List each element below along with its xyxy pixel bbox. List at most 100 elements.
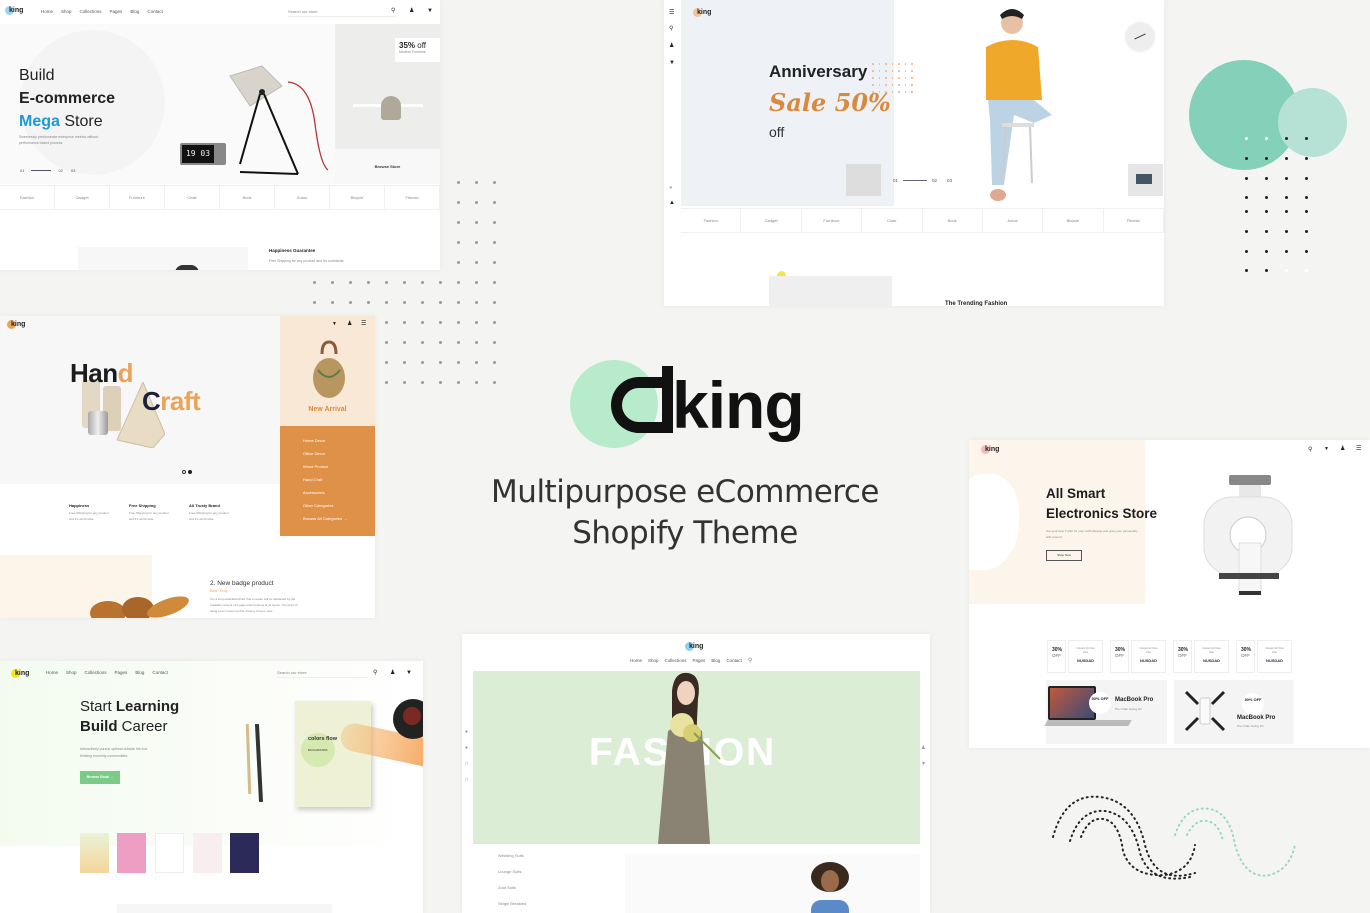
logo[interactable]: king xyxy=(693,8,711,17)
category-item[interactable]: Furniture xyxy=(802,209,863,232)
logo[interactable]: king xyxy=(11,669,29,678)
logo[interactable]: king xyxy=(981,445,999,454)
nav-collections[interactable]: Collections xyxy=(85,670,107,675)
user-icon[interactable]: ♟ xyxy=(409,8,414,14)
nav-home[interactable]: Home xyxy=(41,9,53,14)
search-input[interactable]: Search our store xyxy=(288,9,396,17)
menu-icon[interactable]: ☰ xyxy=(361,321,366,327)
nav-pages[interactable]: Pages xyxy=(115,670,128,675)
user-icon[interactable]: ♟ xyxy=(390,670,395,676)
coupon-card[interactable]: 30% OFF Coupon for New User NUSDAD xyxy=(1047,640,1103,673)
nav-home[interactable]: Home xyxy=(630,658,642,664)
menu-item[interactable]: Hand Craft xyxy=(303,477,375,490)
menu-item[interactable]: Wedding Suits xyxy=(498,853,526,869)
social-icon[interactable]: ● xyxy=(669,185,673,191)
coupon-card[interactable]: 30% OFF Coupon for New User NUSDAD xyxy=(1173,640,1229,673)
nav-shop[interactable]: Shop xyxy=(648,658,659,664)
category-item[interactable]: Chair xyxy=(165,186,220,209)
category-item[interactable]: Fashion xyxy=(681,209,742,232)
slide-03[interactable]: 03 xyxy=(947,178,952,183)
search-icon[interactable]: ⚲ xyxy=(748,658,752,664)
cart-icon[interactable]: ▼ xyxy=(427,8,433,14)
user-icon[interactable]: ♟ xyxy=(1340,446,1345,452)
book-thumb[interactable] xyxy=(117,833,146,873)
pinterest-icon[interactable]: □ xyxy=(465,778,468,783)
category-item[interactable]: Autos xyxy=(983,209,1044,232)
cart-icon[interactable]: ▼ xyxy=(669,60,675,66)
logo[interactable]: king xyxy=(5,6,23,15)
thumb-image[interactable] xyxy=(1128,164,1163,196)
new-arrival-label[interactable]: New Arrival xyxy=(280,406,375,413)
category-item[interactable]: Chair xyxy=(862,209,923,232)
thumb-image[interactable] xyxy=(846,164,881,196)
nav-collections[interactable]: Collections xyxy=(665,658,687,664)
book-thumb[interactable] xyxy=(155,833,184,873)
nav-shop[interactable]: Shop xyxy=(66,670,77,675)
category-item[interactable]: Autos xyxy=(275,186,330,209)
book-thumb[interactable] xyxy=(193,833,222,873)
browse-book-button[interactable]: Browse Book → xyxy=(80,771,120,784)
category-item[interactable]: Gadget xyxy=(741,209,802,232)
search-input[interactable]: Search our store xyxy=(277,670,367,678)
menu-item[interactable]: Wood Product xyxy=(303,464,375,477)
cart-icon[interactable]: ▼ xyxy=(406,670,412,676)
menu-item[interactable]: Accessories xyxy=(303,490,375,503)
logo[interactable]: king xyxy=(7,320,25,329)
nav-pages[interactable]: Pages xyxy=(110,9,123,14)
category-item[interactable]: Fitness xyxy=(1104,209,1164,232)
search-icon[interactable]: ⚲ xyxy=(373,670,377,676)
category-item[interactable]: Fashion xyxy=(0,186,55,209)
search-icon[interactable]: ⚲ xyxy=(391,8,395,14)
slide-03[interactable]: 03 xyxy=(71,168,75,173)
nav-blog[interactable]: Blog xyxy=(135,670,144,675)
category-item[interactable]: Gadget xyxy=(55,186,110,209)
menu-item[interactable]: Other Categories xyxy=(303,503,375,516)
slide-dot[interactable] xyxy=(182,470,186,474)
shop-now-button[interactable]: Shop Now xyxy=(1046,550,1082,561)
menu-icon[interactable]: ☰ xyxy=(669,10,674,16)
facebook-icon[interactable]: ● xyxy=(465,746,468,751)
social-icon[interactable]: ▲ xyxy=(669,200,675,206)
user-icon[interactable]: ♟ xyxy=(347,321,352,327)
cart-icon[interactable]: ▼ xyxy=(332,322,337,327)
nav-pages[interactable]: Pages xyxy=(693,658,706,664)
nav-shop[interactable]: Shop xyxy=(61,9,72,14)
menu-item[interactable]: Lounge Suits xyxy=(498,869,526,885)
instagram-icon[interactable]: □ xyxy=(465,762,468,767)
promo-card[interactable]: 30% OFF MacBook Pro Pre Order Going On xyxy=(1044,680,1167,744)
browse-all-link[interactable]: Browse All Categories → xyxy=(303,516,375,529)
category-item[interactable]: Bicycle xyxy=(1043,209,1104,232)
menu-item[interactable]: Office Decor xyxy=(303,451,375,464)
book-thumb[interactable] xyxy=(230,833,259,873)
category-item[interactable]: Bicycle xyxy=(330,186,385,209)
slide-dot-active[interactable] xyxy=(188,470,192,474)
browse-store-link[interactable]: Browse Store xyxy=(335,149,440,184)
slide-02[interactable]: 02 xyxy=(58,168,62,173)
slide-02[interactable]: 02 xyxy=(932,178,937,183)
nav-contact[interactable]: Contact xyxy=(726,658,742,664)
slide-01[interactable]: 01 xyxy=(20,168,24,173)
menu-item[interactable]: Single Breasted xyxy=(498,901,526,913)
coupon-card[interactable]: 30% OFF Coupon for New User NUSDAD xyxy=(1236,640,1292,673)
book-thumb[interactable] xyxy=(80,833,109,873)
nav-collections[interactable]: Collections xyxy=(80,9,102,14)
nav-home[interactable]: Home xyxy=(46,670,58,675)
nav-blog[interactable]: Blog xyxy=(130,9,139,14)
user-icon[interactable]: ♟ xyxy=(669,43,674,49)
cart-icon[interactable]: ▼ xyxy=(921,762,926,767)
twitter-icon[interactable]: ● xyxy=(465,730,468,735)
slide-01[interactable]: 01 xyxy=(893,178,898,183)
logo[interactable]: king xyxy=(685,642,703,651)
category-item[interactable]: Book xyxy=(220,186,275,209)
category-item[interactable]: Book xyxy=(923,209,983,232)
promo-card[interactable]: 30% OFF MacBook Pro Pre Order Going On xyxy=(1174,680,1294,744)
menu-icon[interactable]: ☰ xyxy=(1356,446,1361,452)
menu-item[interactable]: Home Decor xyxy=(303,438,375,451)
nav-contact[interactable]: Contact xyxy=(152,670,168,675)
search-icon[interactable]: ⚲ xyxy=(669,26,673,32)
category-item[interactable]: Furniture xyxy=(110,186,165,209)
menu-item[interactable]: Zoot Suits xyxy=(498,885,526,901)
cart-icon[interactable]: ▼ xyxy=(1324,447,1329,452)
coupon-card[interactable]: 30% OFF Coupon for New User NUSDAD xyxy=(1110,640,1166,673)
nav-contact[interactable]: Contact xyxy=(147,9,163,14)
